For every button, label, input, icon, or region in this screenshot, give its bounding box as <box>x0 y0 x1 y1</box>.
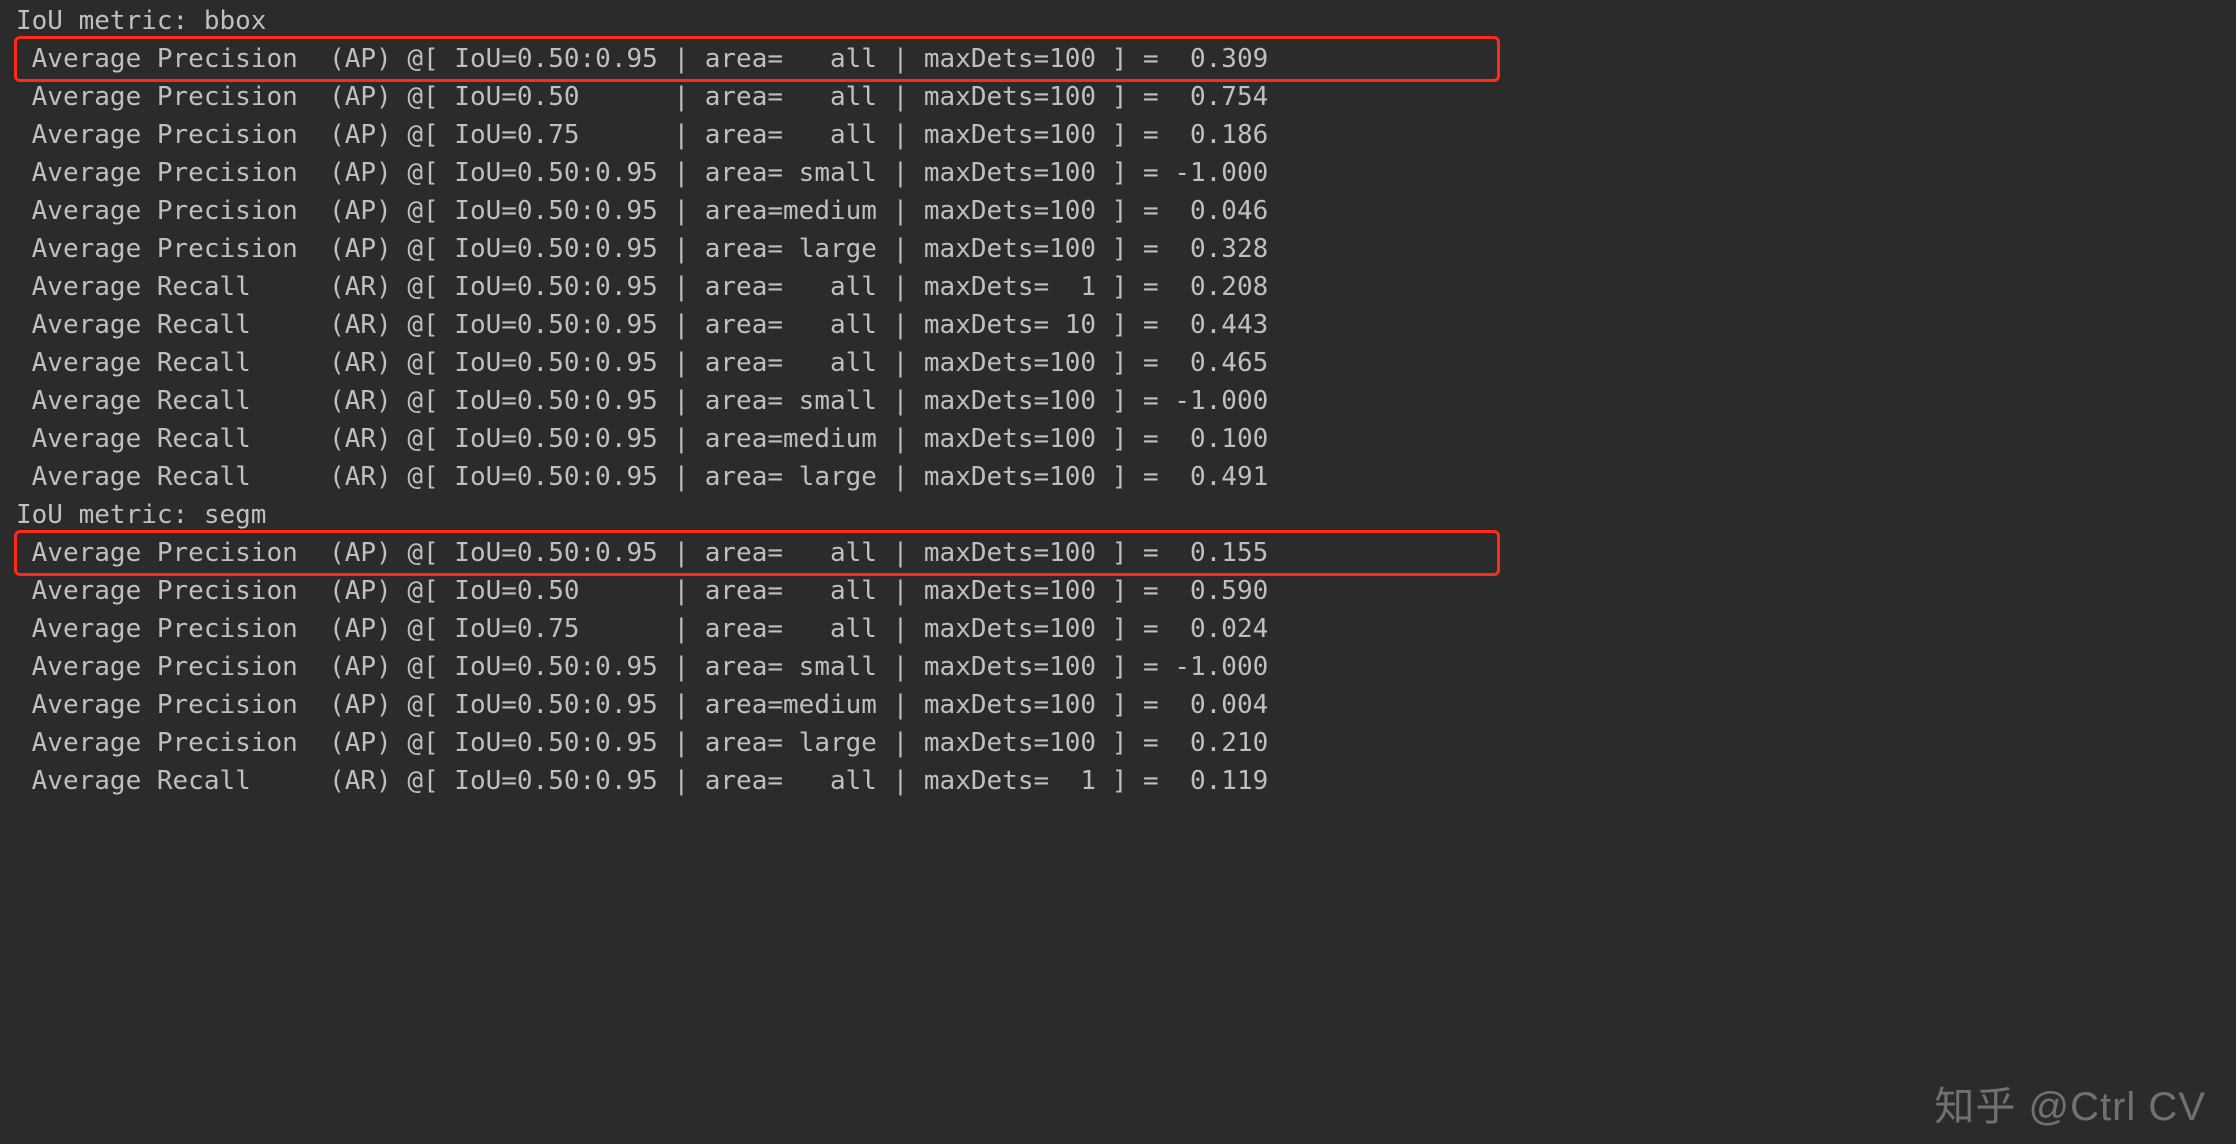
metric-row: Average Precision (AP) @[ IoU=0.50:0.95 … <box>16 40 2236 78</box>
metric-row: Average Precision (AP) @[ IoU=0.75 | are… <box>16 116 2236 154</box>
metric-row: Average Precision (AP) @[ IoU=0.50:0.95 … <box>16 230 2236 268</box>
metric-row: Average Precision (AP) @[ IoU=0.75 | are… <box>16 610 2236 648</box>
metric-row: Average Recall (AR) @[ IoU=0.50:0.95 | a… <box>16 306 2236 344</box>
watermark: 知乎 @Ctrl CV <box>1934 1088 2206 1126</box>
metric-row: Average Precision (AP) @[ IoU=0.50:0.95 … <box>16 724 2236 762</box>
metric-row: Average Recall (AR) @[ IoU=0.50:0.95 | a… <box>16 382 2236 420</box>
metric-row: Average Recall (AR) @[ IoU=0.50:0.95 | a… <box>16 762 2236 800</box>
metric-row: Average Recall (AR) @[ IoU=0.50:0.95 | a… <box>16 268 2236 306</box>
metric-section-header: IoU metric: bbox <box>16 2 2236 40</box>
metric-row: Average Precision (AP) @[ IoU=0.50 | are… <box>16 78 2236 116</box>
metric-row: Average Precision (AP) @[ IoU=0.50 | are… <box>16 572 2236 610</box>
metric-row: Average Precision (AP) @[ IoU=0.50:0.95 … <box>16 192 2236 230</box>
metric-section-header: IoU metric: segm <box>16 496 2236 534</box>
metric-row: Average Recall (AR) @[ IoU=0.50:0.95 | a… <box>16 344 2236 382</box>
metric-row: Average Recall (AR) @[ IoU=0.50:0.95 | a… <box>16 420 2236 458</box>
metric-row: Average Recall (AR) @[ IoU=0.50:0.95 | a… <box>16 458 2236 496</box>
terminal-output: IoU metric: bbox Average Precision (AP) … <box>0 0 2236 800</box>
metric-row: Average Precision (AP) @[ IoU=0.50:0.95 … <box>16 534 2236 572</box>
metric-row: Average Precision (AP) @[ IoU=0.50:0.95 … <box>16 154 2236 192</box>
metric-row: Average Precision (AP) @[ IoU=0.50:0.95 … <box>16 648 2236 686</box>
metric-row: Average Precision (AP) @[ IoU=0.50:0.95 … <box>16 686 2236 724</box>
